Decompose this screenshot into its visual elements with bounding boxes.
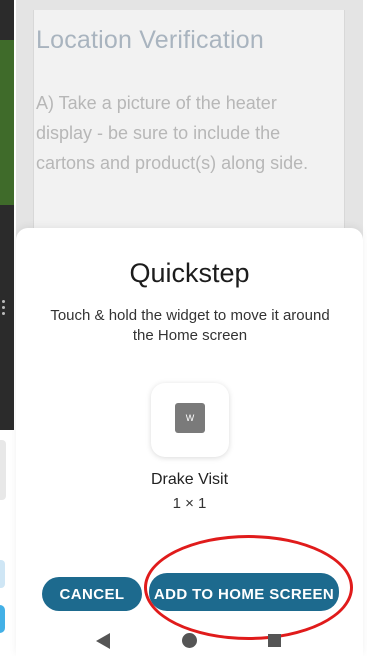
adjacent-app-chip	[0, 560, 5, 588]
background-instruction: A) Take a picture of the heater display …	[36, 93, 309, 173]
adjacent-app-edge	[0, 0, 14, 656]
widget-app-icon: W	[175, 403, 205, 433]
widget-size: 1 × 1	[172, 495, 207, 512]
cancel-button[interactable]: CANCEL	[42, 577, 142, 611]
adjacent-app-green-area	[0, 40, 14, 205]
adjacent-app-button	[0, 605, 5, 633]
add-to-home-screen-button[interactable]: ADD TO HOME SCREEN	[149, 573, 339, 611]
widget-icon-letter: W	[185, 413, 195, 423]
sheet-title: Quickstep	[129, 258, 250, 288]
recents-icon[interactable]	[268, 634, 281, 647]
adjacent-app-card	[0, 440, 6, 500]
home-icon[interactable]	[182, 633, 197, 648]
navigation-bar	[16, 625, 363, 656]
sheet-subtitle: Touch & hold the widget to move it aroun…	[50, 307, 330, 344]
widget-preview[interactable]: W	[151, 383, 229, 457]
widget-name: Drake Visit	[150, 471, 229, 488]
background-title: Location Verification	[36, 26, 264, 54]
back-icon[interactable]	[96, 633, 110, 649]
adjacent-app-menu-icon	[2, 300, 6, 316]
